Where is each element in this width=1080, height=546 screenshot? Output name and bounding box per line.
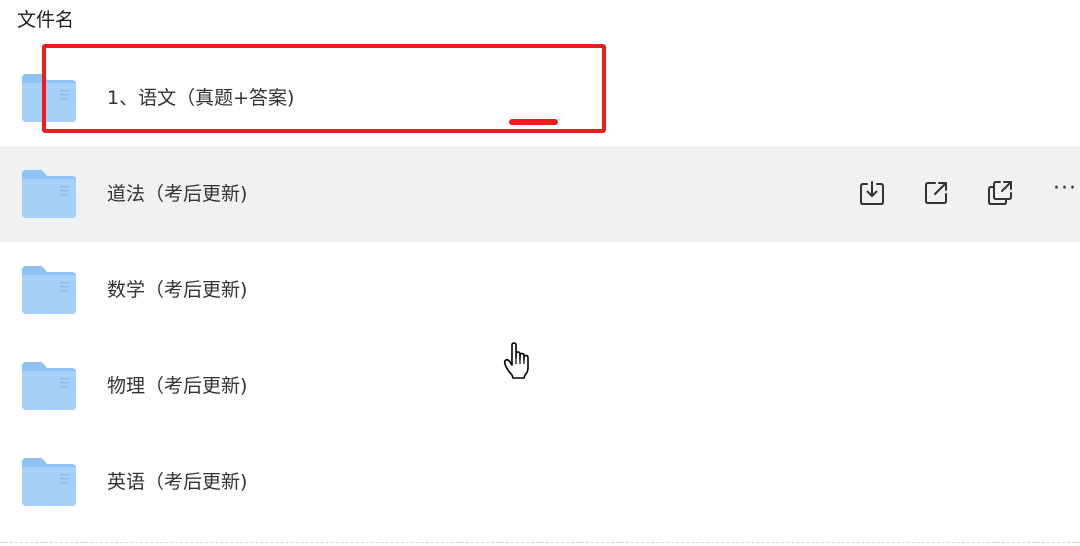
file-row[interactable]: 数学（考后更新) bbox=[0, 242, 1080, 338]
folder-icon bbox=[20, 72, 78, 124]
download-button[interactable] bbox=[856, 177, 888, 209]
list-divider bbox=[0, 542, 1080, 543]
file-name[interactable]: 1、语文（真题+答案) bbox=[107, 50, 294, 146]
file-list: 1、语文（真题+答案) 道法（考后更新) ··· 数学（考后更新) 物理（考后更… bbox=[0, 50, 1080, 530]
share-button[interactable] bbox=[920, 177, 952, 209]
column-header-filename[interactable]: 文件名 bbox=[17, 6, 74, 34]
folder-icon bbox=[20, 168, 78, 220]
file-row[interactable]: 1、语文（真题+答案) bbox=[0, 50, 1080, 146]
more-button[interactable]: ··· bbox=[1048, 177, 1080, 209]
file-name[interactable]: 数学（考后更新) bbox=[107, 242, 247, 338]
more-icon: ··· bbox=[1053, 176, 1077, 201]
folder-icon bbox=[20, 360, 78, 412]
folder-icon bbox=[20, 456, 78, 508]
share-icon bbox=[922, 179, 950, 207]
file-row[interactable]: 道法（考后更新) ··· bbox=[0, 146, 1080, 242]
copy-link-icon bbox=[985, 178, 1015, 208]
folder-icon bbox=[20, 264, 78, 316]
copy-link-button[interactable] bbox=[984, 177, 1016, 209]
file-row[interactable]: 英语（考后更新) bbox=[0, 434, 1080, 530]
file-browser-page: 文件名 1、语文（真题+答案) 道法（考后更新) ··· 数学（考后更新) 物理… bbox=[0, 0, 1080, 546]
row-actions: ··· bbox=[840, 146, 1080, 242]
download-icon bbox=[858, 179, 886, 207]
file-name[interactable]: 道法（考后更新) bbox=[107, 146, 247, 242]
file-name[interactable]: 物理（考后更新) bbox=[107, 338, 247, 434]
file-name[interactable]: 英语（考后更新) bbox=[107, 434, 247, 530]
file-row[interactable]: 物理（考后更新) bbox=[0, 338, 1080, 434]
